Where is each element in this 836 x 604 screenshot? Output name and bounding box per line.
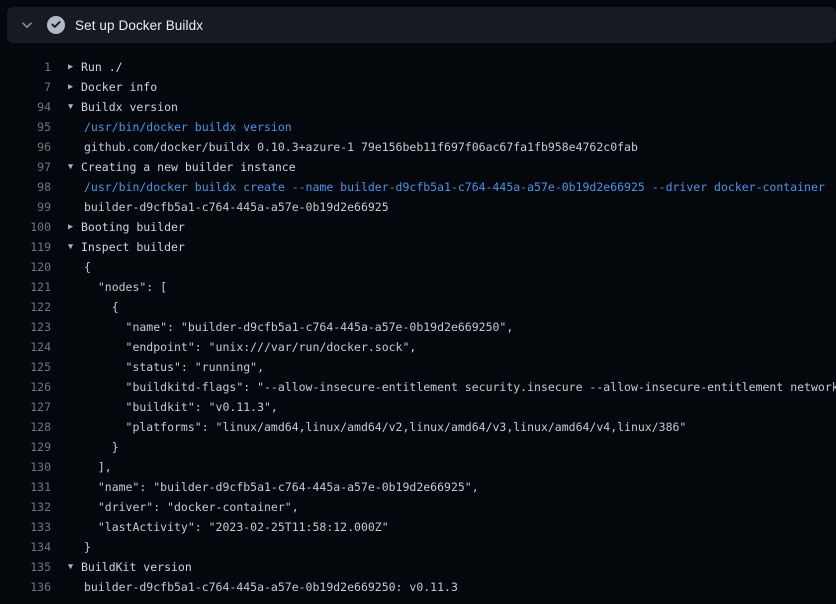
group-toggle-icon[interactable]: ▼ — [68, 237, 81, 257]
log-line: 121 "nodes": [ — [0, 277, 836, 297]
line-number[interactable]: 133 — [0, 517, 51, 537]
log-line: 99 builder-d9cfb5a1-c764-445a-a57e-0b19d… — [0, 197, 836, 217]
log-text: /usr/bin/docker buildx version — [84, 117, 292, 137]
group-toggle-icon[interactable]: ▼ — [68, 557, 81, 577]
log-text: "driver": "docker-container", — [84, 497, 299, 517]
line-number[interactable]: 7 — [0, 77, 51, 97]
line-number[interactable]: 135 — [0, 557, 51, 577]
log-text: } — [84, 537, 91, 557]
group-toggle-icon[interactable]: ▶ — [68, 77, 81, 97]
log-group-row[interactable]: 135 ▼ BuildKit version — [0, 557, 836, 577]
log-text: } — [84, 437, 119, 457]
line-number[interactable]: 94 — [0, 97, 51, 117]
line-number[interactable]: 95 — [0, 117, 51, 137]
log-text: Inspect builder — [81, 237, 185, 257]
log-line: 130 ], — [0, 457, 836, 477]
log-line: 124 "endpoint": "unix:///var/run/docker.… — [0, 337, 836, 357]
check-circle-icon — [47, 16, 65, 34]
line-number[interactable]: 136 — [0, 577, 51, 597]
chevron-down-icon[interactable] — [20, 18, 34, 32]
line-number[interactable]: 123 — [0, 317, 51, 337]
log-line: 120 { — [0, 257, 836, 277]
line-number[interactable]: 127 — [0, 397, 51, 417]
log-text: Run ./ — [81, 57, 123, 77]
group-toggle-icon[interactable]: ▼ — [68, 157, 81, 177]
log-group-row[interactable]: 94 ▼ Buildx version — [0, 97, 836, 117]
line-number[interactable]: 97 — [0, 157, 51, 177]
log-lines: 1 ▶ Run ./ 7 ▶ Docker info 94 ▼ Buildx v… — [0, 57, 836, 597]
line-number[interactable]: 130 — [0, 457, 51, 477]
log-line: 96 github.com/docker/buildx 0.10.3+azure… — [0, 137, 836, 157]
log-line: 127 "buildkit": "v0.11.3", — [0, 397, 836, 417]
line-number[interactable]: 126 — [0, 377, 51, 397]
log-line: 133 "lastActivity": "2023-02-25T11:58:12… — [0, 517, 836, 537]
line-number[interactable]: 128 — [0, 417, 51, 437]
line-number[interactable]: 134 — [0, 537, 51, 557]
group-toggle-icon[interactable]: ▼ — [68, 97, 81, 117]
line-number[interactable]: 120 — [0, 257, 51, 277]
log-line: 126 "buildkitd-flags": "--allow-insecure… — [0, 377, 836, 397]
line-number[interactable]: 132 — [0, 497, 51, 517]
log-text: "buildkit": "v0.11.3", — [84, 397, 278, 417]
line-number[interactable]: 124 — [0, 337, 51, 357]
workflow-log-panel: Set up Docker Buildx 1 ▶ Run ./ 7 ▶ Dock… — [0, 0, 836, 604]
log-line: 98 /usr/bin/docker buildx create --name … — [0, 177, 836, 197]
log-line: 128 "platforms": "linux/amd64,linux/amd6… — [0, 417, 836, 437]
log-group-row[interactable]: 7 ▶ Docker info — [0, 77, 836, 97]
log-text: Creating a new builder instance — [81, 157, 296, 177]
log-group-row[interactable]: 100 ▶ Booting builder — [0, 217, 836, 237]
log-text: "status": "running", — [84, 357, 264, 377]
line-number[interactable]: 119 — [0, 237, 51, 257]
log-text: "lastActivity": "2023-02-25T11:58:12.000… — [84, 517, 389, 537]
line-number[interactable]: 98 — [0, 177, 51, 197]
line-number[interactable]: 122 — [0, 297, 51, 317]
line-number[interactable]: 99 — [0, 197, 51, 217]
log-text: "nodes": [ — [84, 277, 167, 297]
log-group-row[interactable]: 97 ▼ Creating a new builder instance — [0, 157, 836, 177]
log-group-row[interactable]: 1 ▶ Run ./ — [0, 57, 836, 77]
log-text: BuildKit version — [81, 557, 192, 577]
line-number[interactable]: 129 — [0, 437, 51, 457]
line-number[interactable]: 121 — [0, 277, 51, 297]
log-line: 134 } — [0, 537, 836, 557]
log-text: builder-d9cfb5a1-c764-445a-a57e-0b19d2e6… — [84, 197, 389, 217]
step-title: Set up Docker Buildx — [75, 18, 203, 33]
line-number[interactable]: 1 — [0, 57, 51, 77]
log-text: Booting builder — [81, 217, 185, 237]
log-text: "name": "builder-d9cfb5a1-c764-445a-a57e… — [84, 317, 513, 337]
line-number[interactable]: 100 — [0, 217, 51, 237]
group-toggle-icon[interactable]: ▶ — [68, 217, 81, 237]
step-header[interactable]: Set up Docker Buildx — [7, 7, 836, 43]
line-number[interactable]: 131 — [0, 477, 51, 497]
log-text: { — [84, 297, 119, 317]
log-text: "buildkitd-flags": "--allow-insecure-ent… — [84, 377, 836, 397]
log-text: Docker info — [81, 77, 157, 97]
log-group-row[interactable]: 119 ▼ Inspect builder — [0, 237, 836, 257]
log-text: ], — [84, 457, 112, 477]
log-text: "endpoint": "unix:///var/run/docker.sock… — [84, 337, 416, 357]
log-text: Buildx version — [81, 97, 178, 117]
log-line: 123 "name": "builder-d9cfb5a1-c764-445a-… — [0, 317, 836, 337]
log-line: 95 /usr/bin/docker buildx version — [0, 117, 836, 137]
line-number[interactable]: 125 — [0, 357, 51, 377]
log-text: github.com/docker/buildx 0.10.3+azure-1 … — [84, 137, 638, 157]
log-line: 132 "driver": "docker-container", — [0, 497, 836, 517]
log-text: builder-d9cfb5a1-c764-445a-a57e-0b19d2e6… — [84, 577, 458, 597]
log-line: 122 { — [0, 297, 836, 317]
log-text: /usr/bin/docker buildx create --name bui… — [84, 177, 825, 197]
log-text: "platforms": "linux/amd64,linux/amd64/v2… — [84, 417, 686, 437]
log-line: 131 "name": "builder-d9cfb5a1-c764-445a-… — [0, 477, 836, 497]
log-text: "name": "builder-d9cfb5a1-c764-445a-a57e… — [84, 477, 479, 497]
log-text: { — [84, 257, 91, 277]
group-toggle-icon[interactable]: ▶ — [68, 57, 81, 77]
log-line: 129 } — [0, 437, 836, 457]
log-line: 125 "status": "running", — [0, 357, 836, 377]
log-line: 136 builder-d9cfb5a1-c764-445a-a57e-0b19… — [0, 577, 836, 597]
line-number[interactable]: 96 — [0, 137, 51, 157]
